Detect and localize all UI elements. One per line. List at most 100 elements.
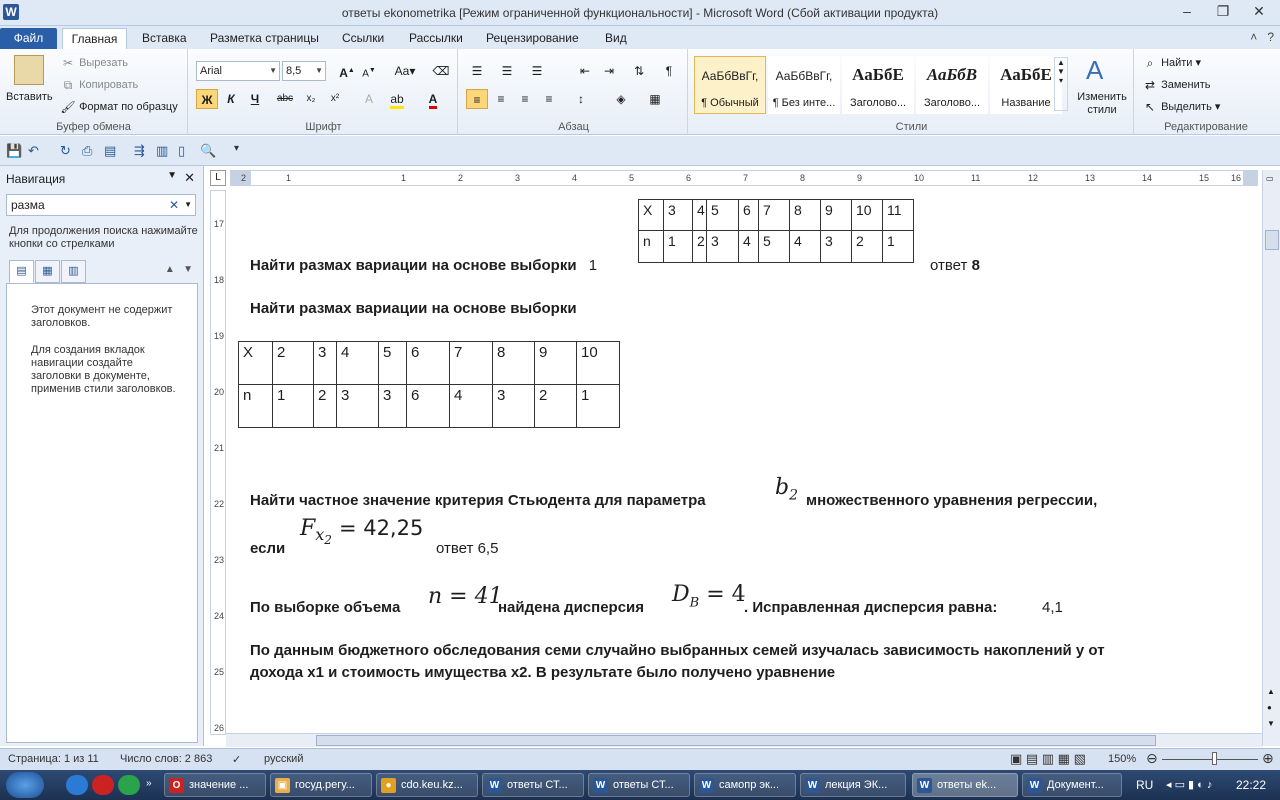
text-effects-icon[interactable]: A [358, 89, 380, 109]
font-size-combo[interactable]: 8,5 ▼ [282, 61, 326, 81]
change-styles-button[interactable]: Изменить стили [1074, 91, 1130, 117]
tab-mailings[interactable]: Рассылки [401, 28, 471, 49]
taskbar-item[interactable]: ▣ госуд.регу... [270, 773, 372, 797]
decrease-indent-icon[interactable]: ⇤ [574, 61, 596, 81]
sample-table-1[interactable]: X 3 4 5 6 7 8 9 10 11 n 1 2 3 4 5 4 3 2 … [638, 199, 914, 263]
nav-tab-headings[interactable]: ▤ [9, 260, 34, 283]
style-no-spacing[interactable]: АаБбВвГг, ¶ Без инте... [768, 56, 840, 114]
minimize-button[interactable]: – [1170, 2, 1204, 22]
taskbar-item[interactable]: Wлекция ЭК... [800, 773, 906, 797]
horizontal-scroll-thumb[interactable] [316, 735, 1156, 746]
vertical-scrollbar[interactable]: ▭ ▲ ● ▼ [1262, 170, 1280, 746]
paste-button[interactable]: Вставить [6, 91, 53, 103]
align-right-icon[interactable]: ≡ [514, 89, 536, 109]
taskbar-item[interactable]: Wответы СТ... [588, 773, 690, 797]
font-name-combo[interactable]: Arial ▼ [196, 61, 280, 81]
align-left-icon[interactable]: ≡ [466, 89, 488, 109]
numbering-icon[interactable]: ☰ [496, 61, 518, 81]
taskbar-item[interactable]: ● cdo.keu.kz... [376, 773, 478, 797]
taskbar-item[interactable]: Wсамопр эк... [694, 773, 796, 797]
style-heading-1[interactable]: АаБбЕ Заголово... [842, 56, 914, 114]
highlight-icon[interactable]: ab [386, 89, 408, 109]
tab-insert[interactable]: Вставка [134, 28, 195, 49]
spellcheck-icon[interactable]: ✓ [232, 753, 241, 766]
next-page-icon[interactable]: ▼ [1267, 719, 1275, 728]
view-buttons[interactable]: ▣ ▤ ▥ ▦ ▧ [1010, 751, 1086, 767]
nav-tab-results[interactable]: ▥ [61, 260, 86, 283]
columns-icon[interactable]: ▥ [156, 143, 168, 159]
borders-icon[interactable]: ▦ [644, 89, 666, 109]
bold-button[interactable]: Ж [196, 89, 218, 109]
nav-options-icon[interactable]: ▼ [167, 170, 177, 181]
select-button[interactable]: ↖ Выделить ▾ [1142, 99, 1220, 115]
nav-close-icon[interactable]: ✕ [184, 170, 195, 186]
language-indicator[interactable]: RU [1136, 778, 1153, 792]
styles-scroll[interactable]: ▲ ▼ ▾ [1054, 57, 1068, 111]
shrink-font-button[interactable]: A▼ [358, 61, 380, 81]
increase-indent-icon[interactable]: ⇥ [598, 61, 620, 81]
sample-table-2[interactable]: X 2 3 4 5 6 7 8 9 10 n 1 2 3 3 6 4 3 2 1 [238, 341, 620, 428]
align-icon[interactable]: ⇶ [134, 143, 145, 159]
taskbar-item-active[interactable]: Wответы ek... [912, 773, 1018, 797]
zoom-level[interactable]: 150% [1108, 753, 1136, 765]
style-heading-2[interactable]: АаБбВ Заголово... [916, 56, 988, 114]
tab-file[interactable]: Файл [0, 28, 57, 49]
ruler-toggle-icon[interactable]: ▭ [1266, 174, 1274, 183]
bullets-icon[interactable]: ☰ [466, 61, 488, 81]
start-button[interactable] [6, 772, 44, 798]
zoom-slider[interactable] [1162, 759, 1258, 760]
status-page[interactable]: Страница: 1 из 11 [8, 753, 99, 765]
find-button[interactable]: ⌕ Найти ▾ [1142, 55, 1201, 71]
nav-search-input[interactable]: разма ✕ ▼ [6, 194, 196, 216]
line-spacing-icon[interactable]: ↕ [570, 89, 592, 109]
pinned-app-icon[interactable] [118, 775, 140, 795]
tab-home[interactable]: Главная [62, 28, 127, 49]
style-normal[interactable]: АаБбВвГг, ¶ Обычный [694, 56, 766, 114]
tab-selector[interactable]: L [210, 170, 226, 186]
style-title[interactable]: АаБбЕ Название [990, 56, 1062, 114]
undo-icon[interactable]: ↶ [28, 143, 39, 159]
customize-qat-icon[interactable]: ▾ [234, 143, 239, 154]
tab-view[interactable]: Вид [597, 28, 635, 49]
replace-button[interactable]: ⇄ Заменить [1142, 77, 1211, 93]
shading-icon[interactable]: ◈ [610, 89, 632, 109]
change-case-button[interactable]: Aa▾ [390, 61, 420, 81]
redo-icon[interactable]: ↻ [60, 143, 71, 159]
taskbar-more-icon[interactable]: » [146, 778, 152, 789]
vertical-ruler[interactable]: 17 18 19 20 21 22 23 24 25 26 [210, 190, 226, 735]
strikethrough-button[interactable]: abc [274, 89, 296, 109]
justify-icon[interactable]: ≡ [538, 89, 560, 109]
browse-object-icon[interactable]: ● [1267, 703, 1272, 712]
show-marks-button[interactable]: ¶ [658, 61, 680, 81]
pinned-opera-icon[interactable] [92, 775, 114, 795]
search-options-icon[interactable]: ▼ [184, 195, 192, 215]
table-icon[interactable]: ▤ [104, 143, 116, 159]
underline-button[interactable]: Ч [244, 89, 266, 109]
tab-references[interactable]: Ссылки [334, 28, 392, 49]
taskbar-item[interactable]: Oзначение ... [164, 773, 266, 797]
clock[interactable]: 22:22 [1236, 778, 1266, 792]
vertical-scroll-thumb[interactable] [1265, 230, 1279, 250]
tab-review[interactable]: Рецензирование [478, 28, 587, 49]
change-styles-icon[interactable]: A [1086, 55, 1103, 86]
preview-icon[interactable]: 🔍 [200, 143, 216, 159]
multilevel-list-icon[interactable]: ☰ [526, 61, 548, 81]
clear-search-icon[interactable]: ✕ [169, 195, 179, 215]
copy-button[interactable]: ⧉ Копировать [60, 77, 139, 93]
subscript-button[interactable]: x₂ [300, 89, 322, 109]
font-color-icon[interactable]: A [422, 89, 444, 109]
save-icon[interactable]: 💾 [6, 143, 22, 159]
minimize-ribbon-icon[interactable]: ˄ [1250, 30, 1257, 44]
italic-button[interactable]: К [220, 89, 242, 109]
prev-page-icon[interactable]: ▲ [1267, 687, 1275, 696]
status-language[interactable]: русский [264, 753, 303, 765]
superscript-button[interactable]: x² [324, 89, 346, 109]
nav-arrows[interactable]: ▲ ▼ [165, 264, 193, 275]
nav-tab-pages[interactable]: ▦ [35, 260, 60, 283]
tray-icons[interactable]: ◂ ▭ ▮ ◐ ♪ [1166, 778, 1212, 791]
grow-font-button[interactable]: A▲ [336, 61, 358, 81]
sort-icon[interactable]: ⇅ [628, 61, 650, 81]
zoom-in-icon[interactable]: ⊕ [1262, 750, 1274, 767]
taskbar-item[interactable]: W Документ... [1022, 773, 1122, 797]
status-words[interactable]: Число слов: 2 863 [120, 753, 212, 765]
